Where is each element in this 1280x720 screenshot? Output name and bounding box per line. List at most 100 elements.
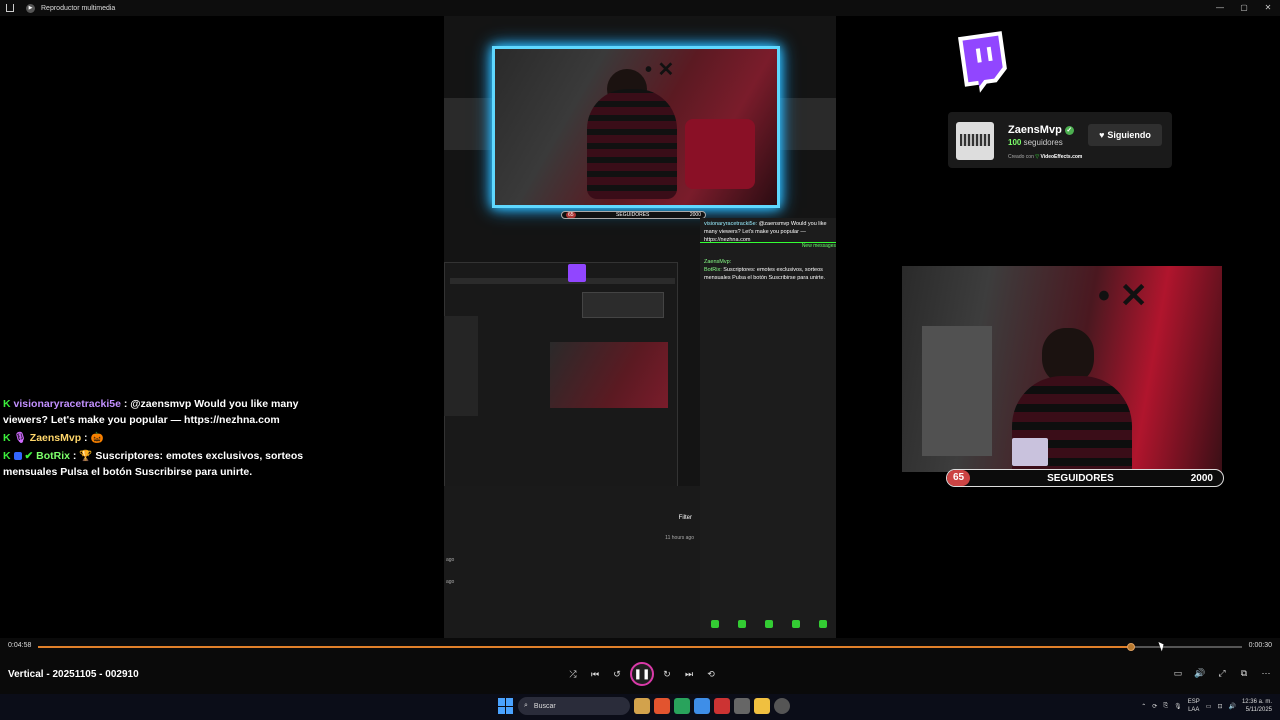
twitch-logo-icon xyxy=(958,31,1007,93)
shelf xyxy=(922,326,992,456)
captured-chat-line: ZaensMvp: xyxy=(704,259,732,265)
captured-chat-line: BotRix: Suscriptores: emotes exclusivos,… xyxy=(704,267,826,281)
seek-fill xyxy=(38,646,1132,648)
file-explorer-icon[interactable] xyxy=(754,698,770,714)
nested-twitch-icon xyxy=(568,264,586,282)
seek-bar: 0:04:58 0:00:30 xyxy=(0,638,1280,656)
channel-name: ZaensMvp ✓ xyxy=(1008,124,1074,136)
emote-icon xyxy=(711,620,720,628)
seek-track[interactable] xyxy=(38,643,1242,651)
keyboard xyxy=(1012,438,1048,466)
chat-username: visionaryracetracki5e xyxy=(13,398,121,410)
verified-badge-icon: ✔ xyxy=(24,450,34,462)
playback-controls: Vertical - 20251105 - 002910 ⤮ ⏮ ↺ ❚❚ ↻ … xyxy=(0,656,1280,694)
chat-overlay: K visionaryracetracki5e : @zaensmvp Woul… xyxy=(3,396,323,482)
app-icon[interactable] xyxy=(674,698,690,714)
created-with: Creado con ▽ VideoEffects.com xyxy=(1008,154,1083,160)
chat-username: ZaensMvp xyxy=(29,432,82,444)
nested-filter: Filter xyxy=(678,515,692,521)
nested-webcam xyxy=(550,342,668,408)
followers-current: 65 xyxy=(947,470,971,486)
nested-browser-bar xyxy=(450,278,675,284)
language-indicator[interactable]: ESP LAA xyxy=(1188,698,1200,714)
mic-icon[interactable]: 🎙 xyxy=(1174,703,1182,710)
nested-emote-row xyxy=(702,620,836,630)
miniplayer-button[interactable]: ⧉ xyxy=(1236,664,1252,682)
maximize-button[interactable]: ▢ xyxy=(1232,0,1256,16)
video-title: Vertical - 20251105 - 002910 xyxy=(8,669,139,680)
title-bar: ▶ Reproductor multimedia — ▢ ✕ xyxy=(0,0,1280,16)
clock[interactable]: 12:36 a. m. 5/11/2025 xyxy=(1242,698,1272,714)
followers-goal-label: SEGUIDORES xyxy=(1047,472,1114,484)
streamer-body xyxy=(587,89,677,199)
display-icon[interactable]: ▭ xyxy=(1206,703,1212,710)
nested-hours-ago: 11 hours ago xyxy=(665,535,694,541)
pause-button[interactable]: ❚❚ xyxy=(630,662,654,686)
emote-icon xyxy=(764,620,773,628)
home-icon[interactable] xyxy=(6,4,14,12)
start-button[interactable] xyxy=(498,698,514,714)
chat-message: K ✔ BotRix : 🏆 Suscriptores: emotes excl… xyxy=(3,450,304,478)
chevron-up-icon[interactable]: ⌃ xyxy=(1141,703,1146,710)
gaming-chair xyxy=(685,119,755,189)
nested-twitch-card xyxy=(582,292,664,318)
following-button[interactable]: ♥ Siguiendo xyxy=(1088,124,1162,146)
kick-icon: K xyxy=(3,398,11,410)
followers-goal-bar: 65 SEGUIDORES 2000 xyxy=(946,469,1224,487)
kick-icon: K xyxy=(3,450,11,462)
window-title: Reproductor multimedia xyxy=(41,4,116,12)
volume-button[interactable]: 🔊 xyxy=(1192,664,1208,682)
seek-thumb[interactable] xyxy=(1127,643,1136,651)
nested-ago-1: ago xyxy=(446,557,455,563)
usb-icon[interactable]: ⎘ xyxy=(1163,703,1168,710)
windows-taskbar: ⌕ Buscar ⌃ ⟳ ⎘ 🎙 ESP LAA ▭ ⊡ 🔊 12:36 a. m.… xyxy=(0,694,1280,720)
total-duration: 0:00:30 xyxy=(1248,642,1272,649)
emote-icon xyxy=(818,620,827,628)
shuffle-icon[interactable]: ⤮ xyxy=(564,665,582,683)
sync-icon[interactable]: ⟳ xyxy=(1152,703,1157,710)
captured-followers-label: SEGUIDORES xyxy=(616,212,650,218)
captured-followers-current: 65 xyxy=(566,212,576,218)
mic-badge-icon: 🎙 xyxy=(13,432,27,444)
chat-username: BotRix xyxy=(36,450,71,462)
media-player-app-icon: ▶ xyxy=(26,3,35,13)
minimize-button[interactable]: — xyxy=(1208,0,1232,16)
heart-icon: ♥ xyxy=(1099,130,1105,140)
volume-icon[interactable]: 🔊 xyxy=(1228,703,1235,710)
bot-badge-icon xyxy=(13,452,22,461)
network-icon[interactable]: ⊡ xyxy=(1217,703,1222,710)
followers-goal-target: 2000 xyxy=(1190,472,1213,484)
brave-icon[interactable] xyxy=(654,698,670,714)
next-button[interactable]: ⏭ xyxy=(680,665,698,683)
elapsed-time: 0:04:58 xyxy=(8,642,32,649)
wall-decor-icon: • ✕ xyxy=(1098,277,1148,315)
app-icon[interactable] xyxy=(714,698,730,714)
emote-icon xyxy=(738,620,747,628)
captured-followers-bar: 65 SEGUIDORES 2000 xyxy=(561,211,706,219)
verified-check-icon: ✓ xyxy=(1064,125,1074,135)
app-icon[interactable] xyxy=(634,698,650,714)
fullscreen-button[interactable]: ⤢ xyxy=(1214,664,1230,682)
wall-decor-icon: • ✕ xyxy=(645,59,675,81)
rewind-10-button[interactable]: ↺ xyxy=(608,665,626,683)
emote-icon xyxy=(791,620,800,628)
chat-message: K 🎙 ZaensMvp : 🎃 xyxy=(3,432,104,444)
search-icon: ⌕ xyxy=(524,702,528,709)
captured-chat-panel: visionaryracetracki5e: @zaensmvp Would y… xyxy=(700,218,836,638)
forward-30-button[interactable]: ↻ xyxy=(658,665,676,683)
close-button[interactable]: ✕ xyxy=(1256,0,1280,16)
nested-left-panel xyxy=(444,316,478,416)
settings-icon[interactable] xyxy=(734,698,750,714)
previous-button[interactable]: ⏮ xyxy=(586,665,604,683)
app-icon[interactable] xyxy=(694,698,710,714)
kick-icon: K xyxy=(3,432,11,444)
captured-chat-line: visionaryracetracki5e: @zaensmvp Would y… xyxy=(704,221,827,243)
captions-button[interactable]: ▭ xyxy=(1170,664,1186,682)
repeat-icon[interactable]: ⟲ xyxy=(702,665,720,683)
chat-message: K visionaryracetracki5e : @zaensmvp Woul… xyxy=(3,398,299,426)
taskbar-search[interactable]: ⌕ Buscar xyxy=(518,697,630,715)
screen-capture-frame: • ✕ 65 SEGUIDORES 2000 visionaryracetrac… xyxy=(444,16,836,638)
more-options-button[interactable]: ⋯ xyxy=(1258,664,1274,682)
media-player-icon[interactable] xyxy=(774,698,790,714)
nested-chat-panel: Filter 11 hours ago ago ago xyxy=(444,486,700,638)
